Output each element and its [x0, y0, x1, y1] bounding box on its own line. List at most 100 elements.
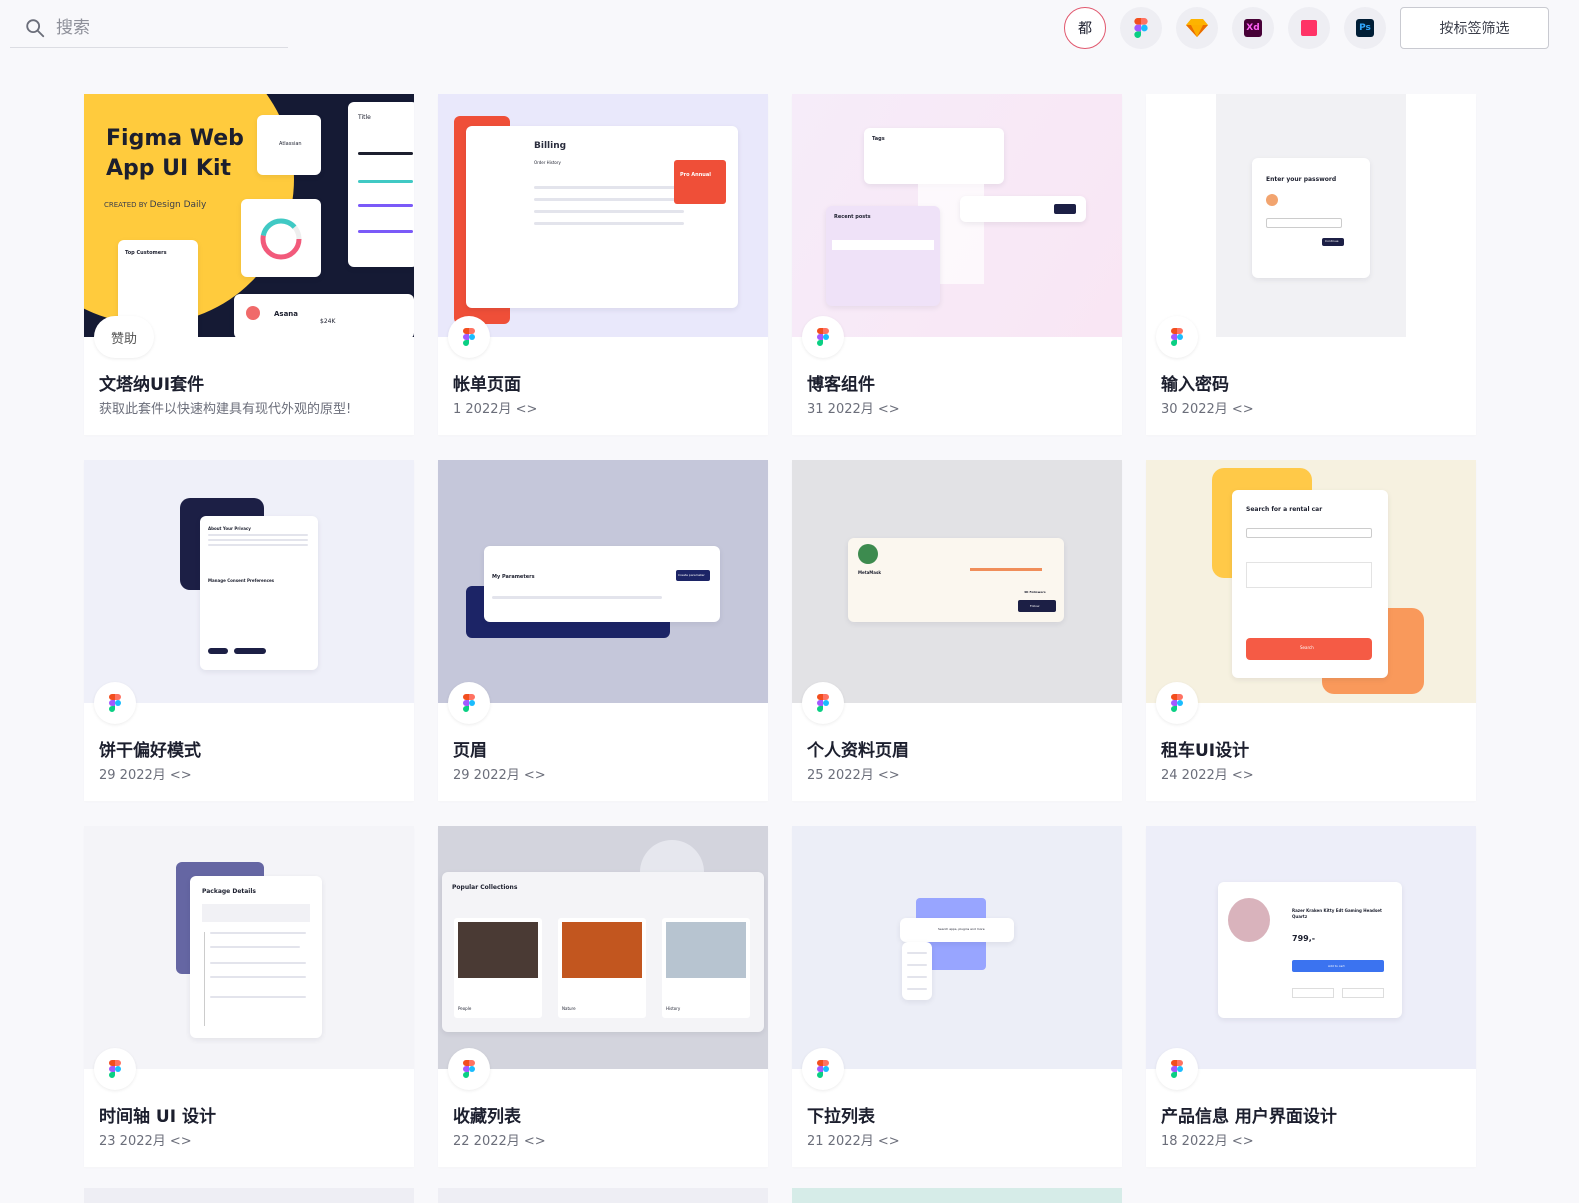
- card[interactable]: Razer Kraken Kitty Edt Gaming Headset Qu…: [1146, 826, 1476, 1167]
- figma-badge: [448, 682, 490, 724]
- thumb-item-2: Nature: [562, 1006, 576, 1011]
- card-thumbnail: Search apps, plugins and more: [792, 826, 1122, 1069]
- thumb-button: Follow: [1030, 604, 1040, 608]
- card-thumbnail: Enter your password Continue: [1146, 94, 1476, 337]
- figma-badge: [1156, 316, 1198, 358]
- thumb-button: Create parameter: [678, 573, 705, 577]
- card-title[interactable]: 租车UI设计: [1161, 736, 1249, 761]
- thumb-created-by: CREATED BY: [104, 201, 148, 209]
- thumb-sub: 4K Followers: [1024, 590, 1046, 594]
- card[interactable]: My Parameters Create parameter 页眉 29 202…: [438, 460, 768, 801]
- card-meta: 29 2022月 <>: [99, 768, 192, 783]
- card[interactable]: Figma Web App UI Kit CREATED BY Design D…: [84, 94, 414, 435]
- card-thumbnail: Search for a rental car Search: [1146, 460, 1476, 703]
- filter-invision[interactable]: [1288, 7, 1330, 49]
- search-bar[interactable]: [10, 8, 288, 48]
- card-thumbnail: Billing Order History Pro Annual: [438, 94, 768, 337]
- figma-badge: [802, 316, 844, 358]
- figma-badge: [1156, 1048, 1198, 1090]
- figma-icon: [463, 1060, 475, 1078]
- card-meta: 获取此套件以快速构建具有现代外观的原型!: [99, 402, 352, 417]
- xd-icon: Xd: [1244, 19, 1262, 37]
- filter-photoshop[interactable]: Ps: [1344, 7, 1386, 49]
- figma-icon: [109, 1060, 121, 1078]
- thumb-tile1: Atlassian: [279, 141, 302, 147]
- figma-badge: [802, 682, 844, 724]
- thumb-item-1: People: [458, 1006, 472, 1011]
- card-title[interactable]: 个人资料页眉: [807, 736, 909, 761]
- search-icon: [26, 18, 45, 37]
- figma-icon: [1171, 1060, 1183, 1078]
- card[interactable]: Search apps, plugins and more 下拉列表 21 20…: [792, 826, 1122, 1167]
- filter-all[interactable]: 都: [1064, 7, 1106, 49]
- thumb-heading: Billing: [534, 141, 567, 151]
- thumb-label: Title: [358, 114, 371, 121]
- card-meta: 24 2022月 <>: [1161, 768, 1254, 783]
- search-input[interactable]: [56, 17, 256, 38]
- figma-icon: [817, 328, 829, 346]
- card-peek: [792, 1188, 1122, 1203]
- photoshop-icon: Ps: [1356, 19, 1374, 37]
- figma-badge: [1156, 682, 1198, 724]
- card[interactable]: MetaMask 4K Followers Follow 个人资料页眉 25 2…: [792, 460, 1122, 801]
- card[interactable]: Enter your password Continue 输入密码 30 202…: [1146, 94, 1476, 435]
- thumb-brand: Design Daily: [149, 200, 207, 210]
- thumb-tile3: Asana: [274, 310, 299, 318]
- card-title[interactable]: 帐单页面: [453, 370, 521, 395]
- thumb-heading: Razer Kraken Kitty Edt Gaming Headset Qu…: [1292, 908, 1382, 919]
- figma-icon: [1171, 328, 1183, 346]
- filter-figma[interactable]: [1120, 7, 1162, 49]
- card-meta: 18 2022月 <>: [1161, 1134, 1254, 1149]
- filter-by-tag-button[interactable]: 按标签筛选: [1400, 7, 1549, 49]
- thumb-heading: MetaMask: [858, 570, 882, 575]
- card[interactable]: About Your Privacy Manage Consent Prefer…: [84, 460, 414, 801]
- card-title[interactable]: 时间轴 UI 设计: [99, 1102, 216, 1127]
- card-title[interactable]: 文塔纳UI套件: [99, 370, 204, 395]
- figma-icon: [109, 694, 121, 712]
- sketch-icon: [1186, 19, 1208, 37]
- sponsored-badge: 赞助: [94, 316, 154, 358]
- thumb-heading: Figma Web App UI Kit: [106, 126, 244, 181]
- figma-badge: [802, 1048, 844, 1090]
- thumb-heading: Tags: [872, 136, 885, 142]
- card[interactable]: Popular Collections People Nature Histor…: [438, 826, 768, 1167]
- thumb-heading: My Parameters: [492, 574, 535, 580]
- thumb-heading: Package Details: [202, 888, 256, 895]
- filter-xd[interactable]: Xd: [1232, 7, 1274, 49]
- card-title[interactable]: 输入密码: [1161, 370, 1229, 395]
- thumb-heading: Enter your password: [1266, 176, 1337, 183]
- thumb-amount: $24K: [320, 318, 336, 325]
- card-peek: [438, 1188, 768, 1203]
- card[interactable]: Package Details 时间轴 UI 设计 23 2022月 <>: [84, 826, 414, 1167]
- thumb-sub: Manage Consent Preferences: [208, 578, 275, 583]
- card-meta: 30 2022月 <>: [1161, 402, 1254, 417]
- filter-all-label: 都: [1078, 21, 1092, 37]
- card-title[interactable]: 下拉列表: [807, 1102, 875, 1127]
- thumb-plan: Pro Annual: [680, 172, 711, 178]
- card-thumbnail: Package Details: [84, 826, 414, 1069]
- card-thumbnail: Razer Kraken Kitty Edt Gaming Headset Qu…: [1146, 826, 1476, 1069]
- thumb-item-3: History: [666, 1006, 681, 1011]
- card-title[interactable]: 收藏列表: [453, 1102, 521, 1127]
- card-meta: 22 2022月 <>: [453, 1134, 546, 1149]
- tool-filter-group: 都 Xd Ps: [1064, 7, 1386, 49]
- card[interactable]: Search for a rental car Search 租车UI设计 24…: [1146, 460, 1476, 801]
- card-meta: 25 2022月 <>: [807, 768, 900, 783]
- thumb-button: Search: [1300, 645, 1314, 650]
- figma-badge: [94, 1048, 136, 1090]
- card-title[interactable]: 产品信息 用户界面设计: [1161, 1102, 1337, 1127]
- card-thumbnail: About Your Privacy Manage Consent Prefer…: [84, 460, 414, 703]
- thumb-heading: Search for a rental car: [1246, 506, 1323, 513]
- card-title[interactable]: 博客组件: [807, 370, 875, 395]
- card-title[interactable]: 页眉: [453, 736, 487, 761]
- filter-sketch[interactable]: [1176, 7, 1218, 49]
- next-row-peek: [84, 1188, 1122, 1203]
- card[interactable]: Billing Order History Pro Annual 帐单页面 1 …: [438, 94, 768, 435]
- card-thumbnail: Figma Web App UI Kit CREATED BY Design D…: [84, 94, 414, 337]
- card-peek: [84, 1188, 414, 1203]
- thumb-sub: Order History: [534, 160, 561, 165]
- card[interactable]: Tags Recent posts 博客组件 31 2022月 <>: [792, 94, 1122, 435]
- figma-icon: [463, 328, 475, 346]
- card-title[interactable]: 饼干偏好模式: [99, 736, 201, 761]
- figma-icon: [817, 1060, 829, 1078]
